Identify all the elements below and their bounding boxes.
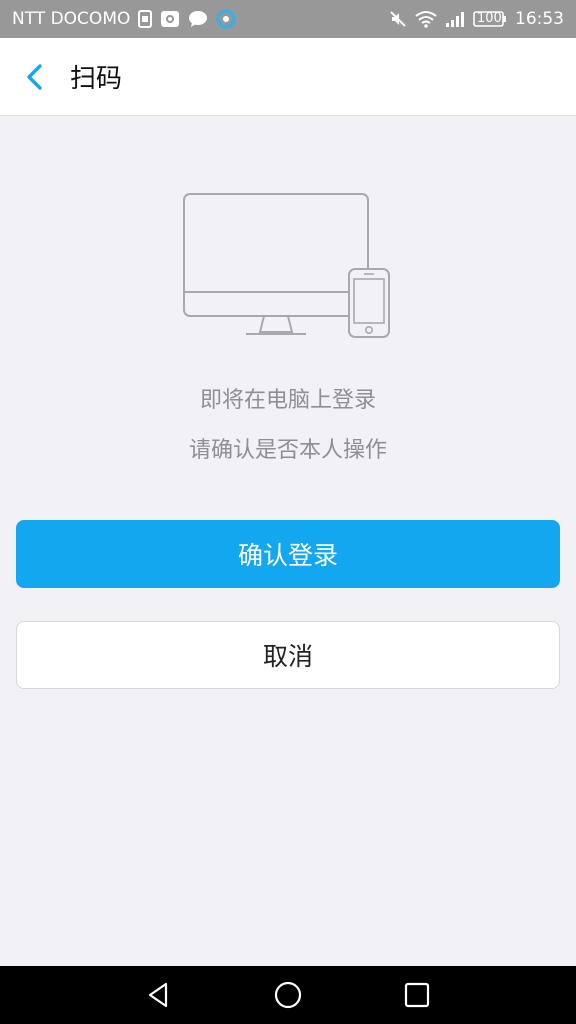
- circle-home-icon: [274, 981, 302, 1009]
- phone-icon: [348, 268, 390, 338]
- carrier-name: NTT DOCOMO: [12, 9, 131, 29]
- screen: NTT DOCOMO 100 16:53 扫码 即将在电脑上登录 请确认是否本人…: [0, 0, 576, 1024]
- status-bar-right: 100 16:53: [389, 9, 564, 29]
- mute-icon: [389, 10, 407, 28]
- sim-icon: [138, 10, 153, 28]
- confirm-login-button[interactable]: 确认登录: [16, 520, 560, 588]
- page-title: 扫码: [70, 64, 123, 94]
- recents-nav-button[interactable]: [402, 980, 432, 1010]
- cancel-label: 取消: [262, 642, 313, 671]
- clock: 16:53: [515, 9, 564, 29]
- triangle-back-icon: [148, 982, 168, 1008]
- status-bar-left: NTT DOCOMO: [12, 9, 236, 29]
- back-nav-button[interactable]: [144, 980, 174, 1010]
- monitor-icon: [183, 193, 369, 335]
- computer-phone-illustration: [176, 186, 398, 344]
- wifi-icon: [415, 10, 437, 28]
- cancel-button[interactable]: 取消: [16, 621, 560, 689]
- battery-icon: 100: [473, 10, 507, 28]
- confirm-prompt: 请确认是否本人操作: [188, 438, 387, 463]
- login-message: 即将在电脑上登录: [199, 388, 376, 413]
- signal-icon: [445, 10, 465, 28]
- nav-bar: 扫码: [0, 38, 576, 116]
- home-nav-button[interactable]: [273, 980, 303, 1010]
- back-button[interactable]: [18, 60, 52, 94]
- confirm-login-label: 确认登录: [237, 541, 338, 570]
- system-nav-bar: [0, 966, 576, 1024]
- chat-icon: [188, 10, 208, 28]
- square-recents-icon: [404, 982, 430, 1008]
- camera-app-icon: [160, 10, 180, 28]
- battery-level: 100: [477, 11, 502, 26]
- chevron-left-icon: [27, 64, 42, 90]
- sync-icon: [216, 9, 236, 29]
- status-bar: NTT DOCOMO 100 16:53: [0, 0, 576, 38]
